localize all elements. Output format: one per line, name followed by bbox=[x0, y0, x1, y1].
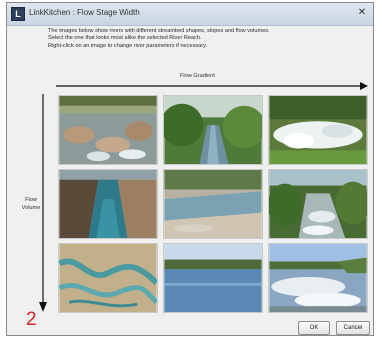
flow-volume-label-line1: Flow bbox=[25, 197, 37, 203]
river-image-7[interactable] bbox=[58, 243, 158, 313]
flow-volume-label-line2: Volume bbox=[21, 205, 41, 211]
forest-rapids-photo-icon bbox=[269, 170, 367, 238]
rocky-rapids-photo-icon bbox=[59, 96, 157, 164]
whitewater-cascade-photo-icon bbox=[269, 96, 367, 164]
flow-volume-label: Flow Volume bbox=[18, 196, 44, 212]
river-image-4[interactable] bbox=[58, 169, 158, 239]
flow-gradient-label: Flow Gradient bbox=[180, 73, 215, 79]
instruction-line: Right-click on an image to change river … bbox=[48, 42, 208, 49]
title-bar[interactable]: L LinkKitchen : Flow Stage Width ✕ bbox=[7, 3, 373, 26]
close-button[interactable]: ✕ bbox=[355, 6, 369, 19]
river-image-6[interactable] bbox=[268, 169, 368, 239]
river-image-2[interactable] bbox=[163, 95, 263, 165]
river-image-3[interactable] bbox=[268, 95, 368, 165]
ok-button[interactable]: OK bbox=[298, 321, 330, 335]
app-icon: L bbox=[11, 7, 25, 21]
cancel-button[interactable]: Cancel bbox=[336, 321, 370, 335]
instruction-line: Select the one that looks most alike the… bbox=[48, 35, 202, 42]
wide-calm-river-photo-icon bbox=[164, 244, 262, 312]
annotation-number: 2 bbox=[26, 309, 37, 330]
instruction-line: The images below show rivers with differ… bbox=[48, 28, 270, 34]
gravel-bed-river-photo-icon bbox=[164, 170, 262, 238]
green-forest-stream-photo-icon bbox=[164, 96, 262, 164]
river-image-9[interactable] bbox=[268, 243, 368, 313]
river-image-grid bbox=[58, 95, 368, 314]
instructions-text: The images below show rivers with differ… bbox=[48, 28, 348, 50]
right-arrow-icon bbox=[56, 82, 368, 90]
aerial-braided-river-photo-icon bbox=[59, 244, 157, 312]
river-image-8[interactable] bbox=[163, 243, 263, 313]
river-image-1[interactable] bbox=[58, 95, 158, 165]
window-title: LinkKitchen : Flow Stage Width bbox=[29, 8, 140, 17]
large-rapids-photo-icon bbox=[269, 244, 367, 312]
river-image-5[interactable] bbox=[163, 169, 263, 239]
canyon-river-photo-icon bbox=[59, 170, 157, 238]
